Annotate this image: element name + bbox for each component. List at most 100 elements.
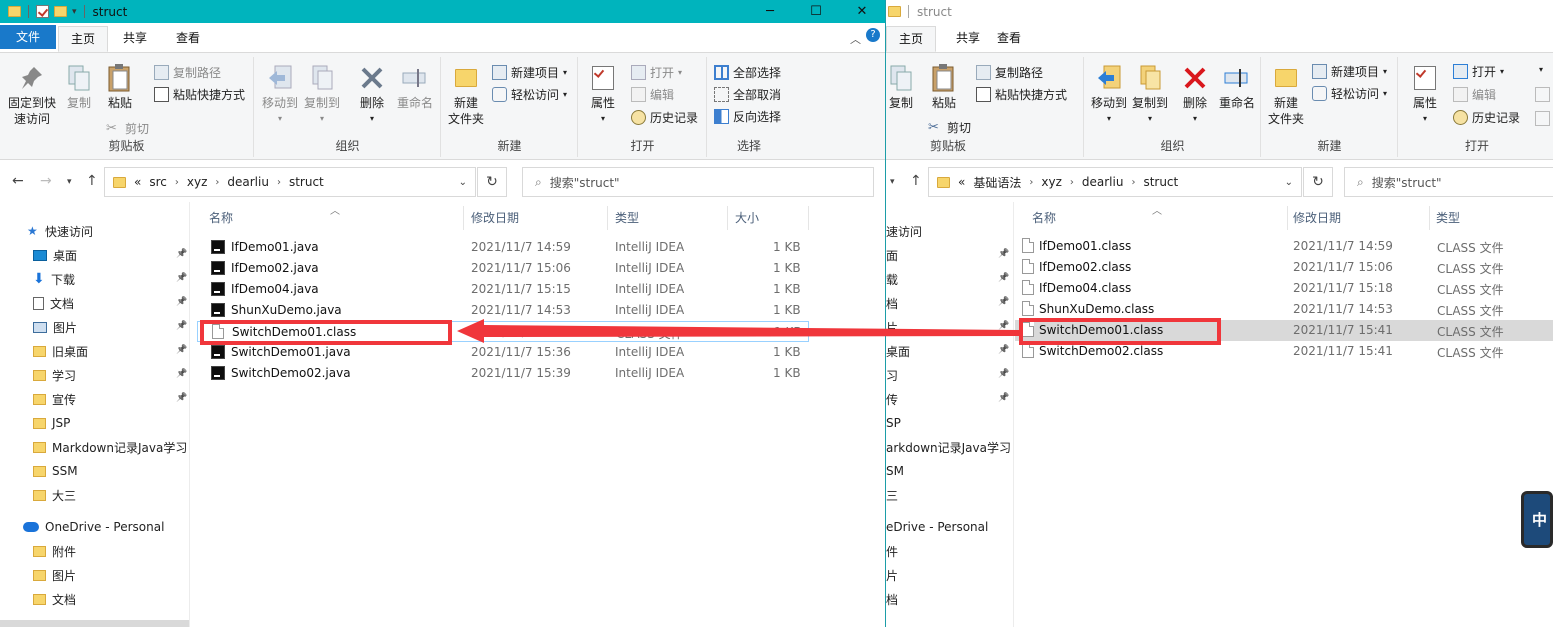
nav-item[interactable]: 桌面 <box>0 244 189 266</box>
chevron-right-icon[interactable]: › <box>1131 177 1135 188</box>
address-prefix[interactable]: « <box>958 175 965 189</box>
nav-item[interactable]: eDrive - Personal <box>886 516 1013 538</box>
search-box[interactable]: ⌕ 搜索"struct" <box>1344 167 1553 197</box>
new-folder-button[interactable]: 新建 文件夹 <box>446 63 486 127</box>
easy-access-button[interactable]: 轻松访问 ▾ <box>1312 85 1387 102</box>
recent-locations-icon[interactable]: ▾ <box>890 177 895 187</box>
column-divider[interactable] <box>1429 206 1430 230</box>
pin-icon[interactable]: 📌 <box>176 345 187 355</box>
table-row[interactable]: IfDemo02.java 2021/11/7 15:06 IntelliJ IDE… <box>197 258 809 279</box>
copy-to-button[interactable]: 复制到 ▾ <box>1130 63 1170 127</box>
new-item-button[interactable]: 新建项目 ▾ <box>1312 63 1387 80</box>
nav-item[interactable]: 片 <box>886 316 1013 338</box>
column-name[interactable]: 名称 <box>1032 209 1056 226</box>
rename-button[interactable]: 重命名 <box>1215 63 1259 111</box>
copy-to-button[interactable]: 复制到 ▾ <box>302 63 342 127</box>
pin-icon[interactable]: 📌 <box>998 345 1009 355</box>
nav-item[interactable]: SP <box>886 412 1013 434</box>
search-box[interactable]: ⌕ 搜索"struct" <box>522 167 874 197</box>
table-row[interactable]: IfDemo02.class 2021/11/7 15:06 CLASS 文件 <box>1015 257 1553 278</box>
nav-item[interactable]: 面 <box>886 244 1013 266</box>
refresh-button[interactable]: ↻ <box>1303 167 1333 197</box>
breadcrumb-basics[interactable]: 基础语法 <box>973 174 1021 191</box>
pin-quick-access-button[interactable]: 固定到快 速访问 <box>5 63 59 127</box>
table-row[interactable]: SwitchDemo01.java 2021/11/7 15:36 IntelliJ… <box>197 342 809 363</box>
title-bar[interactable]: struct <box>886 0 1553 23</box>
nav-item[interactable]: 件 <box>886 540 1013 562</box>
search-placeholder[interactable]: 搜索"struct" <box>550 174 620 191</box>
nav-item[interactable]: 旧桌面 <box>0 340 189 362</box>
select-all-button[interactable]: 全部选择 <box>714 64 781 81</box>
column-date[interactable]: 修改日期 <box>471 209 519 226</box>
table-row[interactable]: IfDemo01.java 2021/11/7 14:59 IntelliJ IDE… <box>197 237 809 258</box>
nav-item[interactable]: 学习 <box>0 364 189 386</box>
chevron-right-icon[interactable]: › <box>1070 177 1074 188</box>
pin-icon[interactable]: 📌 <box>176 249 187 259</box>
customize-toolbar-icon[interactable]: ▾ <box>72 7 77 17</box>
nav-item[interactable]: 片 <box>886 564 1013 586</box>
delete-button[interactable]: 删除 ▾ <box>355 63 389 127</box>
refresh-button[interactable]: ↻ <box>477 167 507 197</box>
history-button[interactable]: 历史记录 <box>1453 109 1520 126</box>
column-divider[interactable] <box>808 206 809 230</box>
table-row[interactable]: SwitchDemo01.class 2021/11/7 15:41 CLASS 文… <box>197 321 809 342</box>
pin-icon[interactable]: 📌 <box>176 393 187 403</box>
select-icon[interactable] <box>1535 87 1550 102</box>
address-prefix[interactable]: « <box>134 175 141 189</box>
minimize-icon[interactable]: ─ <box>747 0 793 23</box>
edit-button[interactable]: 编辑 <box>1453 86 1496 103</box>
pin-icon[interactable]: 📌 <box>176 369 187 379</box>
invert-selection-button[interactable]: 反向选择 <box>714 108 781 125</box>
tab-share[interactable]: 共享 <box>111 26 159 52</box>
pin-icon[interactable]: 📌 <box>998 249 1009 259</box>
up-arrow-icon[interactable]: ↑ <box>910 173 922 189</box>
table-row[interactable]: IfDemo04.java 2021/11/7 15:15 IntelliJ IDE… <box>197 279 809 300</box>
nav-item[interactable]: 文档 <box>0 292 189 314</box>
open-button[interactable]: 打开 ▾ <box>1453 63 1504 80</box>
column-divider[interactable] <box>463 206 464 230</box>
move-to-button[interactable]: 移动到 ▾ <box>260 63 300 127</box>
column-divider[interactable] <box>1287 206 1288 230</box>
tab-file[interactable]: 文件 <box>0 25 56 49</box>
breadcrumb-dearliu[interactable]: dearliu <box>1082 175 1124 189</box>
pin-icon[interactable]: 📌 <box>998 273 1009 283</box>
table-row[interactable]: IfDemo01.class 2021/11/7 14:59 CLASS 文件 <box>1015 236 1553 257</box>
tab-home[interactable]: 主页 <box>886 26 937 52</box>
copy-button[interactable]: 复制 <box>886 63 916 111</box>
chevron-down-icon[interactable]: ⌄ <box>459 177 467 188</box>
nav-item[interactable]: 附件 <box>0 540 189 562</box>
nav-item[interactable]: 速访问 <box>886 220 1013 242</box>
nav-item[interactable]: JSP <box>0 412 189 434</box>
pin-icon[interactable]: 📌 <box>176 273 187 283</box>
pin-icon[interactable]: 📌 <box>998 297 1009 307</box>
nav-item[interactable]: SM <box>886 460 1013 482</box>
chevron-right-icon[interactable]: › <box>175 177 179 188</box>
nav-item[interactable]: 宣传 <box>0 388 189 410</box>
easy-access-button[interactable]: 轻松访问 ▾ <box>492 86 567 103</box>
nav-quick-access[interactable]: ★ 快速访问 <box>0 220 189 242</box>
table-row[interactable]: ShunXuDemo.java 2021/11/7 14:53 IntelliJ I… <box>197 300 809 321</box>
new-item-button[interactable]: 新建项目 ▾ <box>492 64 567 81</box>
rename-button[interactable]: 重命名 <box>393 63 437 111</box>
breadcrumb-src[interactable]: src <box>149 175 167 189</box>
recent-locations-icon[interactable]: ▾ <box>67 177 72 187</box>
table-row[interactable]: SwitchDemo02.class 2021/11/7 15:41 CLASS 文… <box>1015 341 1553 362</box>
nav-item[interactable]: 大三 <box>0 484 189 506</box>
column-divider[interactable] <box>607 206 608 230</box>
column-date[interactable]: 修改日期 <box>1293 209 1341 226</box>
pin-icon[interactable]: 📌 <box>998 369 1009 379</box>
nav-item[interactable]: 载 <box>886 268 1013 290</box>
column-type[interactable]: 类型 <box>615 209 639 226</box>
breadcrumb-struct[interactable]: struct <box>1143 175 1178 189</box>
up-arrow-icon[interactable]: ↑ <box>86 173 98 189</box>
select-icon[interactable] <box>1535 111 1550 126</box>
close-icon[interactable]: ✕ <box>839 0 885 23</box>
nav-item[interactable]: 档 <box>886 588 1013 610</box>
ime-indicator[interactable]: 中 <box>1521 491 1553 548</box>
properties-button[interactable]: 属性 ▾ <box>1407 63 1443 127</box>
paste-button[interactable]: 粘贴 <box>926 63 962 111</box>
nav-item[interactable]: 文档 <box>0 588 189 610</box>
chevron-down-icon[interactable]: ▾ <box>1539 65 1543 74</box>
address-bar[interactable]: « src › xyz › dearliu › struct ⌄ <box>104 167 476 197</box>
tab-view[interactable]: 查看 <box>985 26 1033 52</box>
